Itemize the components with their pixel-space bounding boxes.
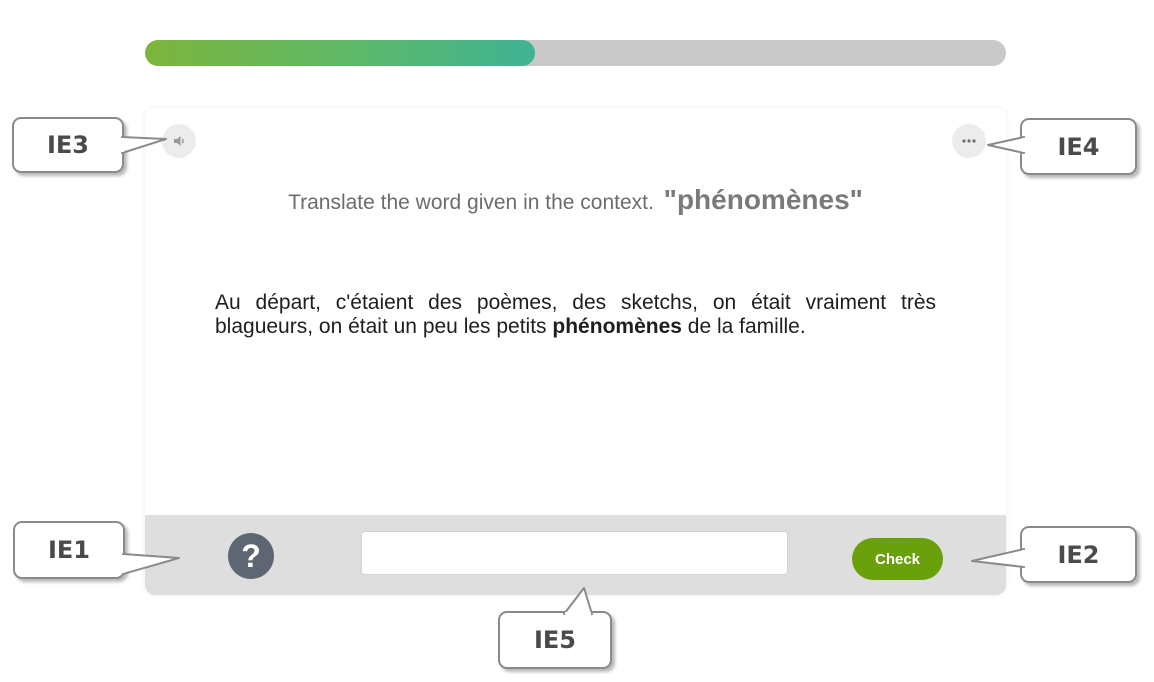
callout-ie1-pointer [121, 553, 180, 575]
progress-bar-fill [145, 40, 536, 66]
instruction-text: Translate the word given in the context. [288, 191, 654, 214]
context-sentence: Au départ, c'étaient des poèmes, des ske… [215, 291, 936, 339]
callout-ie4-label: IE4 [1057, 132, 1100, 161]
callout-ie5-pointer [563, 587, 593, 617]
callout-ie3: IE3 [12, 117, 124, 173]
check-button[interactable]: Check [852, 538, 943, 580]
callout-ie2: IE2 [1020, 526, 1137, 583]
callout-ie2-label: IE2 [1057, 540, 1100, 569]
callout-ie5-label: IE5 [533, 626, 577, 654]
answer-footer: ? Check [145, 515, 1006, 595]
callout-ie3-pointer [120, 136, 167, 154]
help-icon[interactable]: ? [228, 533, 274, 579]
answer-input[interactable] [361, 531, 788, 575]
callout-ie5: IE5 [498, 611, 612, 669]
callout-ie1-label: IE1 [47, 536, 91, 564]
callout-ie4: IE4 [1020, 118, 1137, 175]
exercise-page: Translate the word given in the context.… [0, 0, 1154, 682]
more-options-icon[interactable] [952, 124, 986, 158]
callout-ie2-pointer [971, 548, 1027, 568]
progress-bar [145, 40, 1006, 66]
sentence-highlighted-word: phénomènes [552, 315, 682, 338]
callout-ie3-label: IE3 [46, 131, 90, 159]
exercise-card: Translate the word given in the context.… [145, 108, 1006, 595]
sentence-text-after: de la famille. [681, 315, 806, 338]
instruction-line: Translate the word given in the context.… [145, 184, 1006, 216]
callout-ie1: IE1 [13, 521, 125, 579]
target-word: "phénomènes" [663, 184, 863, 215]
callout-ie4-pointer [987, 136, 1027, 154]
